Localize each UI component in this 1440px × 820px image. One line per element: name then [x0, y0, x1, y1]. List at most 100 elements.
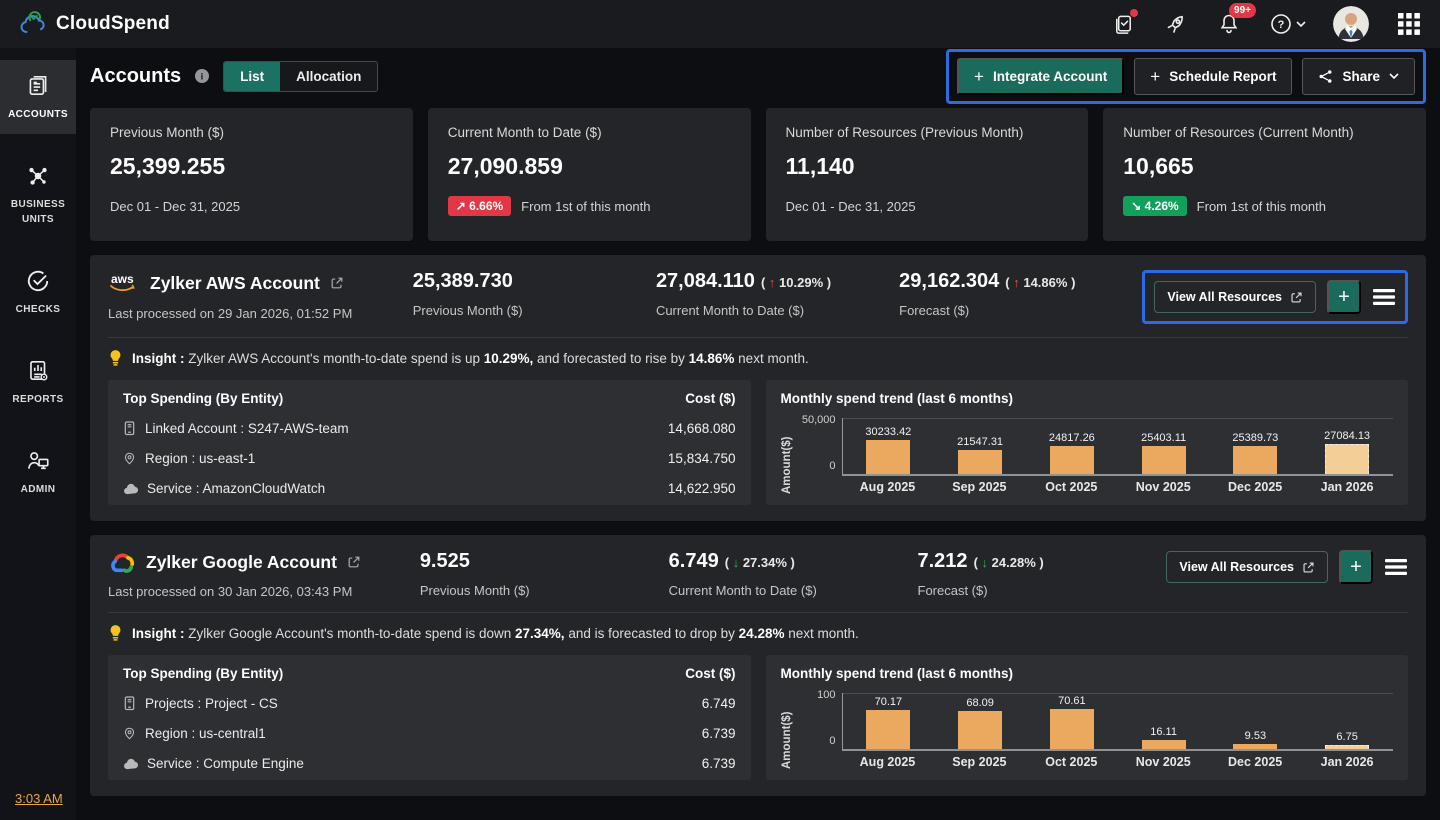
chart-column: 25389.73 — [1210, 418, 1302, 474]
chart-column: 16.11 — [1118, 693, 1210, 749]
view-all-resources-button[interactable]: View All Resources — [1166, 551, 1328, 583]
metric-current-mtd: 6.749 ( ↓ 27.34% ) Current Month to Date… — [669, 550, 918, 598]
tasks-icon[interactable] — [1110, 11, 1136, 37]
chart-column: 70.17 — [843, 693, 935, 749]
user-avatar[interactable] — [1333, 6, 1369, 42]
svg-text:i: i — [201, 72, 204, 83]
top-spending-panel: Top Spending (By Entity) Cost ($) Linked… — [108, 380, 751, 505]
x-axis-label: Nov 2025 — [1117, 480, 1209, 494]
top-spending-panel: Top Spending (By Entity) Cost ($) Projec… — [108, 655, 751, 780]
bar-value-label: 68.09 — [966, 697, 994, 709]
x-axis-label: Jan 2026 — [1301, 755, 1393, 769]
view-all-resources-button[interactable]: View All Resources — [1154, 281, 1316, 313]
add-budget-button[interactable]: + — [1327, 280, 1361, 314]
down-arrow-icon: ↓ — [982, 555, 989, 570]
brand-name: CloudSpend — [56, 13, 170, 35]
bar-value-label: 30233.42 — [865, 426, 911, 438]
summary-card-previous-month: Previous Month ($) 25,399.255 Dec 01 - D… — [90, 108, 413, 241]
business-units-icon — [25, 163, 51, 189]
scheduled-time-link[interactable]: 3:03 AM — [15, 791, 63, 806]
summary-card-current-mtd: Current Month to Date ($) 27,090.859 ↗ 6… — [428, 108, 751, 241]
integrate-account-button[interactable]: + Integrate Account — [957, 58, 1124, 95]
spend-bar — [1233, 446, 1277, 474]
add-budget-button[interactable]: + — [1339, 550, 1373, 584]
account-card-aws: aws Zylker AWS Account — [90, 255, 1426, 521]
whats-new-rocket-icon[interactable] — [1163, 11, 1189, 37]
up-arrow-icon: ↑ — [1013, 275, 1020, 290]
x-axis-label: Sep 2025 — [933, 755, 1025, 769]
aws-account-link[interactable]: aws Zylker AWS Account — [108, 270, 413, 296]
metric-forecast: 29,162.304 ( ↑ 14.86% ) Forecast ($) — [899, 270, 1142, 318]
google-account-link[interactable]: Zylker Google Account — [108, 550, 420, 574]
x-axis-label: Jan 2026 — [1301, 480, 1393, 494]
chart-title: Monthly spend trend (last 6 months) — [781, 666, 1014, 681]
sidebar-item-checks[interactable]: CHECKS — [0, 255, 76, 329]
x-axis-label: Aug 2025 — [842, 755, 934, 769]
top-spending-title: Top Spending (By Entity) — [123, 391, 283, 406]
cloudspend-logo-icon — [18, 11, 48, 37]
tab-allocation[interactable]: Allocation — [280, 62, 377, 91]
chart-column: 6.75 — [1301, 693, 1393, 749]
chart-column: 9.53 — [1210, 693, 1302, 749]
metric-forecast: 7.212 ( ↓ 24.28% ) Forecast ($) — [918, 550, 1167, 598]
bar-value-label: 27084.13 — [1324, 430, 1370, 442]
sidebar-item-admin[interactable]: ADMIN — [0, 435, 76, 509]
schedule-report-button[interactable]: + Schedule Report — [1134, 58, 1292, 95]
bulb-icon — [108, 349, 123, 368]
tour-highlight-header-actions: + Integrate Account + Schedule Report Sh… — [946, 49, 1426, 104]
x-axis-label: Dec 2025 — [1209, 480, 1301, 494]
insight-row: Insight : Zylker AWS Account's month-to-… — [108, 337, 1408, 368]
chart-column: 68.09 — [934, 693, 1026, 749]
summary-card-resources-current: Number of Resources (Current Month) 10,6… — [1103, 108, 1426, 241]
external-link-icon — [347, 555, 361, 569]
y-axis-title: Amount($) — [781, 418, 793, 494]
plus-icon: + — [974, 68, 984, 85]
bar-value-label: 21547.31 — [957, 436, 1003, 448]
top-navbar: CloudSpend 99+ — [0, 0, 1440, 48]
help-menu[interactable]: ? — [1269, 12, 1306, 36]
share-button[interactable]: Share — [1302, 58, 1415, 95]
insight-row: Insight : Zylker Google Account's month-… — [108, 612, 1408, 643]
notifications-bell-icon[interactable]: 99+ — [1216, 11, 1242, 37]
spend-bar — [866, 440, 910, 474]
view-toggle: List Allocation — [223, 61, 378, 92]
top-spending-title: Top Spending (By Entity) — [123, 666, 283, 681]
service-cloud-icon — [123, 758, 138, 770]
spend-bar — [958, 450, 1002, 474]
brand[interactable]: CloudSpend — [18, 11, 170, 37]
metric-previous-month: 25,389.730 Previous Month ($) — [413, 270, 656, 318]
account-menu-icon[interactable] — [1384, 557, 1408, 577]
sidebar-item-label: CHECKS — [16, 302, 61, 317]
metric-current-mtd: 27,084.110 ( ↑ 10.29% ) Current Month to… — [656, 270, 899, 318]
chart-column: 30233.42 — [843, 418, 935, 474]
sidebar-item-reports[interactable]: REPORTS — [0, 345, 76, 419]
monthly-spend-chart-panel: Monthly spend trend (last 6 months) Amou… — [766, 655, 1409, 780]
spend-bar — [866, 710, 910, 749]
chart-column: 70.61 — [1026, 693, 1118, 749]
tour-highlight-aws-actions: View All Resources + — [1142, 270, 1408, 324]
monthly-spend-chart-panel: Monthly spend trend (last 6 months) Amou… — [766, 380, 1409, 505]
bar-value-label: 25389.73 — [1232, 432, 1278, 444]
account-menu-icon[interactable] — [1372, 287, 1396, 307]
chevron-down-icon — [1296, 21, 1306, 28]
x-axis-labels: Aug 2025Sep 2025Oct 2025Nov 2025Dec 2025… — [842, 480, 1394, 494]
x-axis-label: Dec 2025 — [1209, 755, 1301, 769]
region-pin-icon — [123, 451, 136, 466]
tab-list[interactable]: List — [224, 62, 280, 91]
account-card-google: Zylker Google Account Last processed on … — [90, 535, 1426, 796]
down-arrow-icon: ↓ — [733, 555, 740, 570]
svg-text:?: ? — [1278, 19, 1285, 31]
chart-title: Monthly spend trend (last 6 months) — [781, 391, 1014, 406]
y-axis-ticks: 50,000 0 — [796, 414, 836, 472]
table-row: Linked Account : S247-AWS-team 14,668.08… — [123, 421, 736, 436]
table-row: Projects : Project - CS 6.749 — [123, 696, 736, 711]
info-icon[interactable]: i — [194, 68, 210, 84]
bar-value-label: 24817.26 — [1049, 432, 1095, 444]
apps-grid-icon[interactable] — [1396, 11, 1422, 37]
spend-bar — [1325, 444, 1369, 474]
sidebar-item-accounts[interactable]: ACCOUNTS — [0, 60, 76, 134]
sidebar-item-business-units[interactable]: BUSINESS UNITS — [0, 150, 76, 239]
google-cloud-logo-icon — [108, 550, 136, 574]
checks-icon — [25, 268, 51, 294]
table-row: Service : Compute Engine 6.739 — [123, 756, 736, 771]
